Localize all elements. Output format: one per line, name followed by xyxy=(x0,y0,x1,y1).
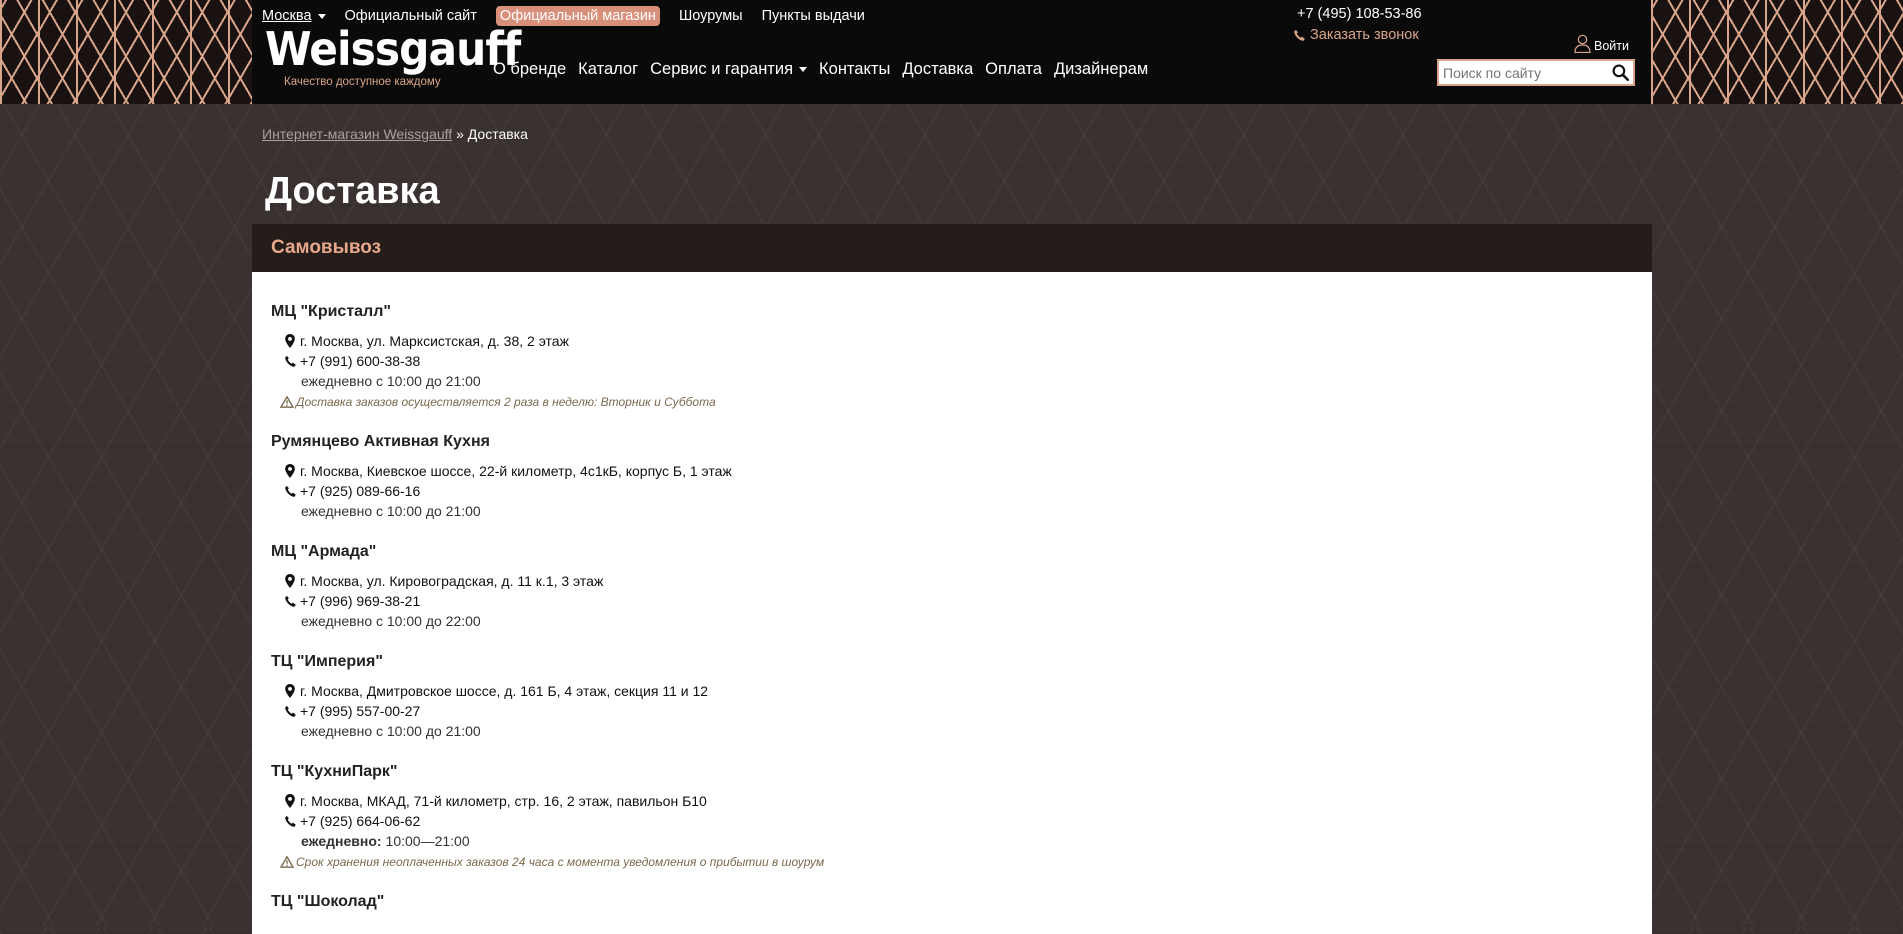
location-hours: ежедневно с 10:00 до 21:00 xyxy=(301,723,481,739)
site-header: Москва Официальный сайт Официальный мага… xyxy=(0,0,1903,104)
location-name: ТЦ "КухниПарк" xyxy=(271,763,398,780)
hours-text: 10:00—21:00 xyxy=(385,833,470,849)
nav-item-delivery[interactable]: Доставка xyxy=(902,60,973,79)
section-title: Самовывоз xyxy=(252,224,1652,272)
location-hours: ежедневно с 10:00 до 22:00 xyxy=(301,613,481,629)
phone-icon xyxy=(282,593,298,609)
location-item: ТЦ "КухниПарк" г. Москва, МКАД, 71-й кил… xyxy=(271,763,824,872)
header-pattern-left xyxy=(0,0,252,104)
map-marker-icon xyxy=(282,463,298,479)
map-marker-icon xyxy=(282,793,298,809)
location-item: Румянцево Активная Кухня г. Москва, Киев… xyxy=(271,433,732,521)
location-item: МЦ "Кристалл" г. Москва, ул. Марксистска… xyxy=(271,303,716,412)
search-icon xyxy=(1612,64,1630,82)
top-nav-showrooms[interactable]: Шоурумы xyxy=(679,7,743,25)
location-phone[interactable]: +7 (925) 664-06-62 xyxy=(271,811,824,831)
phone-icon xyxy=(1294,29,1305,41)
breadcrumb: Интернет-магазин Weissgauff » Доставка xyxy=(262,126,528,142)
phone-text: +7 (995) 557-00-27 xyxy=(300,703,421,719)
map-marker-icon xyxy=(282,573,298,589)
callback-link[interactable]: Заказать звонок xyxy=(1293,27,1419,43)
location-name: МЦ "Армада" xyxy=(271,543,377,560)
phone-icon xyxy=(282,813,298,829)
breadcrumb-current: Доставка xyxy=(467,126,528,142)
location-address: г. Москва, ул. Кировоградская, д. 11 к.1… xyxy=(271,571,603,591)
phone-text: +7 (925) 664-06-62 xyxy=(300,813,421,829)
address-text: г. Москва, Киевское шоссе, 22-й километр… xyxy=(300,463,732,479)
delivery-panel: Самовывоз МЦ "Кристалл" г. Москва, ул. М… xyxy=(252,224,1652,934)
note-text: Срок хранения неоплаченных заказов 24 ча… xyxy=(296,855,825,869)
search-button[interactable] xyxy=(1612,64,1630,86)
location-item: ТЦ "Империя" г. Москва, Дмитровское шосс… xyxy=(271,653,708,741)
location-phone[interactable]: +7 (991) 600-38-38 xyxy=(271,351,716,371)
nav-item-service-label: Сервис и гарантия xyxy=(650,60,794,78)
warning-icon xyxy=(280,396,294,408)
location-name: ТЦ "Империя" xyxy=(271,653,383,670)
logo-text: Weissgauff xyxy=(265,22,521,76)
location-address: г. Москва, Киевское шоссе, 22-й километр… xyxy=(271,461,732,481)
phone-text: +7 (925) 089-66-16 xyxy=(300,483,421,499)
header-phone[interactable]: +7 (495) 108-53-86 xyxy=(1297,6,1422,22)
location-note: Доставка заказов осуществляется 2 раза в… xyxy=(271,392,716,412)
location-hours: ежедневно с 10:00 до 21:00 xyxy=(301,373,481,389)
address-text: г. Москва, ул. Кировоградская, д. 11 к.1… xyxy=(300,573,604,589)
address-text: г. Москва, МКАД, 71-й километр, стр. 16,… xyxy=(300,793,707,809)
login-label: Войти xyxy=(1594,39,1629,53)
location-name: ТЦ "Шоколад" xyxy=(271,893,385,910)
nav-item-designers[interactable]: Дизайнерам xyxy=(1054,60,1148,79)
main-nav: О бренде Каталог Сервис и гарантия Конта… xyxy=(493,60,1160,79)
phone-icon xyxy=(282,353,298,369)
breadcrumb-separator: » xyxy=(456,126,464,142)
hours-label: ежедневно: xyxy=(301,833,382,849)
nav-item-service[interactable]: Сервис и гарантия xyxy=(650,60,808,79)
nav-item-payment[interactable]: Оплата xyxy=(985,60,1042,79)
phone-icon xyxy=(282,483,298,499)
address-text: г. Москва, ул. Марксистская, д. 38, 2 эт… xyxy=(300,333,569,349)
phone-icon xyxy=(282,703,298,719)
search-box xyxy=(1437,59,1635,86)
header-pattern-right xyxy=(1651,0,1903,104)
chevron-down-icon xyxy=(317,13,326,19)
location-phone[interactable]: +7 (996) 969-38-21 xyxy=(271,591,603,611)
login-link[interactable]: Войти xyxy=(1574,34,1629,53)
map-marker-icon xyxy=(282,333,298,349)
location-item: ТЦ "Шоколад" xyxy=(271,893,384,921)
location-name: МЦ "Кристалл" xyxy=(271,303,391,320)
user-icon xyxy=(1574,34,1591,53)
address-text: г. Москва, Дмитровское шоссе, д. 161 Б, … xyxy=(300,683,709,699)
location-address: г. Москва, Дмитровское шоссе, д. 161 Б, … xyxy=(271,681,708,701)
note-text: Доставка заказов осуществляется 2 раза в… xyxy=(296,395,716,409)
warning-icon xyxy=(280,856,294,868)
location-item: МЦ "Армада" г. Москва, ул. Кировоградска… xyxy=(271,543,603,631)
nav-item-brand[interactable]: О бренде xyxy=(493,60,566,79)
chevron-down-icon xyxy=(799,67,808,73)
location-phone[interactable]: +7 (995) 557-00-27 xyxy=(271,701,708,721)
phone-text: +7 (996) 969-38-21 xyxy=(300,593,421,609)
top-nav-pickup-points[interactable]: Пункты выдачи xyxy=(762,7,865,25)
search-input[interactable] xyxy=(1439,61,1607,84)
page-title: Доставка xyxy=(265,170,440,212)
location-note: Срок хранения неоплаченных заказов 24 ча… xyxy=(271,852,824,872)
location-name: Румянцево Активная Кухня xyxy=(271,433,490,450)
nav-item-catalog[interactable]: Каталог xyxy=(578,60,638,79)
location-address: г. Москва, ул. Марксистская, д. 38, 2 эт… xyxy=(271,331,716,351)
breadcrumb-home-link[interactable]: Интернет-магазин Weissgauff xyxy=(262,126,452,142)
location-hours: ежедневно с 10:00 до 21:00 xyxy=(301,503,481,519)
phone-text: +7 (991) 600-38-38 xyxy=(300,353,421,369)
location-address: г. Москва, МКАД, 71-й километр, стр. 16,… xyxy=(271,791,824,811)
location-hours: ежедневно: 10:00—21:00 xyxy=(271,831,824,851)
map-marker-icon xyxy=(282,683,298,699)
location-phone[interactable]: +7 (925) 089-66-16 xyxy=(271,481,732,501)
nav-item-contacts[interactable]: Контакты xyxy=(819,60,890,79)
callback-label: Заказать звонок xyxy=(1310,27,1419,43)
